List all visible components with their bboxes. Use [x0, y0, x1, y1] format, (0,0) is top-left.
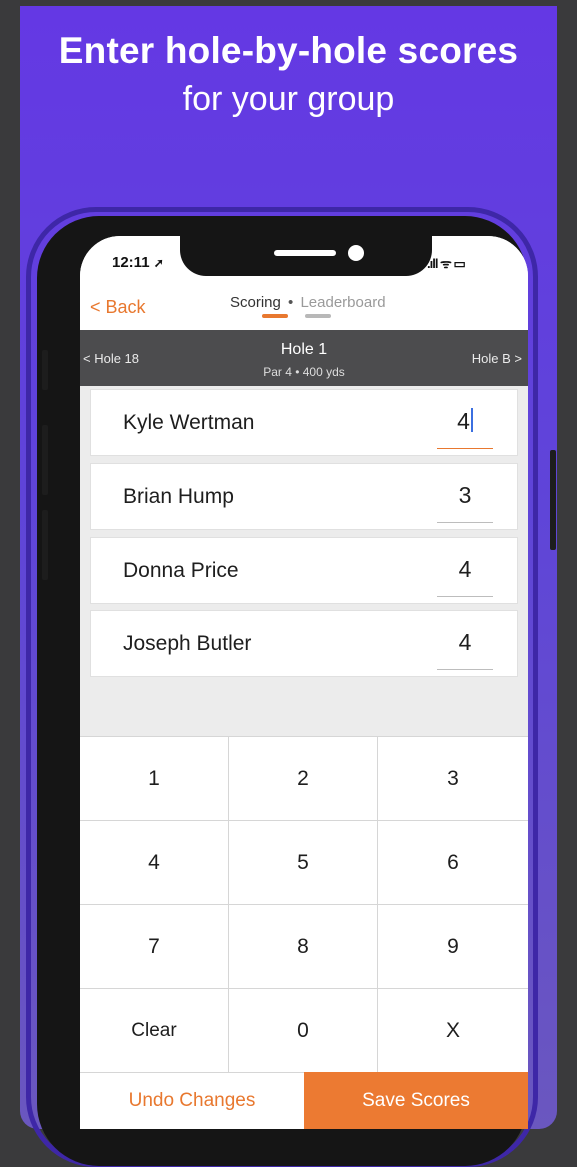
key-2[interactable]: 2 — [229, 737, 378, 821]
tab-indicator-inactive — [305, 314, 331, 318]
back-button[interactable]: < Back — [90, 297, 146, 318]
player-row[interactable]: Donna Price 4 — [90, 537, 518, 604]
player-name: Donna Price — [123, 559, 239, 582]
tab-switcher: Scoring • Leaderboard — [230, 294, 386, 311]
camera-icon — [348, 245, 364, 261]
phone-screen: 12:11 ➚ .ıll ᯤ ▭ < Back Scoring • Leader… — [80, 236, 528, 1129]
key-clear[interactable]: Clear — [80, 989, 229, 1073]
score-input-underline — [437, 596, 493, 597]
player-row[interactable]: Brian Hump 3 — [90, 463, 518, 530]
score-input[interactable]: 4 — [437, 629, 493, 656]
key-1[interactable]: 1 — [80, 737, 229, 821]
phone-volume-up — [42, 425, 48, 495]
score-input[interactable]: 3 — [437, 482, 493, 509]
key-3[interactable]: 3 — [378, 737, 528, 821]
undo-changes-button[interactable]: Undo Changes — [80, 1072, 304, 1129]
score-input[interactable]: 4 — [437, 556, 493, 583]
key-5[interactable]: 5 — [229, 821, 378, 905]
next-hole-button[interactable]: Hole B > — [472, 351, 522, 366]
key-7[interactable]: 7 — [80, 905, 229, 989]
score-input-underline — [437, 448, 493, 449]
score-value: 4 — [457, 408, 470, 434]
hole-details: Par 4 • 400 yds — [263, 365, 345, 379]
player-name: Brian Hump — [123, 485, 234, 508]
phone-volume-down — [42, 510, 48, 580]
save-scores-button[interactable]: Save Scores — [304, 1072, 528, 1129]
tab-indicator-active — [262, 314, 288, 318]
score-input-underline — [437, 669, 493, 670]
key-0[interactable]: 0 — [229, 989, 378, 1073]
tab-scoring[interactable]: Scoring — [230, 294, 281, 311]
hole-navigation-bar: < Hole 18 Hole 1 Par 4 • 400 yds Hole B … — [80, 330, 528, 386]
signal-wifi-battery-icon: .ıll ᯤ ▭ — [427, 256, 466, 271]
score-input[interactable]: 4 — [437, 408, 493, 435]
action-footer: Undo Changes Save Scores — [80, 1072, 528, 1129]
phone-notch — [180, 236, 432, 276]
tab-separator: • — [288, 294, 294, 311]
promo-headline: Enter hole-by-hole scores — [58, 30, 519, 71]
key-delete[interactable]: X — [378, 989, 528, 1073]
phone-power-button — [550, 450, 556, 550]
player-name: Kyle Wertman — [123, 411, 255, 434]
key-9[interactable]: 9 — [378, 905, 528, 989]
player-row[interactable]: Kyle Wertman 4 — [90, 389, 518, 456]
key-6[interactable]: 6 — [378, 821, 528, 905]
player-name: Joseph Butler — [123, 632, 252, 655]
promo-subheadline: for your group — [182, 80, 395, 118]
number-keypad: 1 2 3 4 5 6 7 8 9 Clear 0 X — [80, 736, 528, 1073]
player-score-list: Kyle Wertman 4 Brian Hump 3 Donna Price … — [80, 386, 528, 736]
location-icon: ➚ — [153, 256, 164, 270]
text-cursor — [470, 408, 473, 432]
score-input-underline — [437, 522, 493, 523]
tab-leaderboard[interactable]: Leaderboard — [300, 294, 385, 311]
status-time-text: 12:11 — [112, 254, 150, 271]
phone-mute-switch — [42, 350, 48, 390]
nav-bar: < Back Scoring • Leaderboard — [80, 286, 528, 330]
hole-title: Hole 1 — [280, 341, 328, 358]
player-row[interactable]: Joseph Butler 4 — [90, 610, 518, 677]
key-4[interactable]: 4 — [80, 821, 229, 905]
key-8[interactable]: 8 — [229, 905, 378, 989]
status-time: 12:11 ➚ — [112, 254, 164, 271]
speaker-icon — [274, 250, 336, 256]
